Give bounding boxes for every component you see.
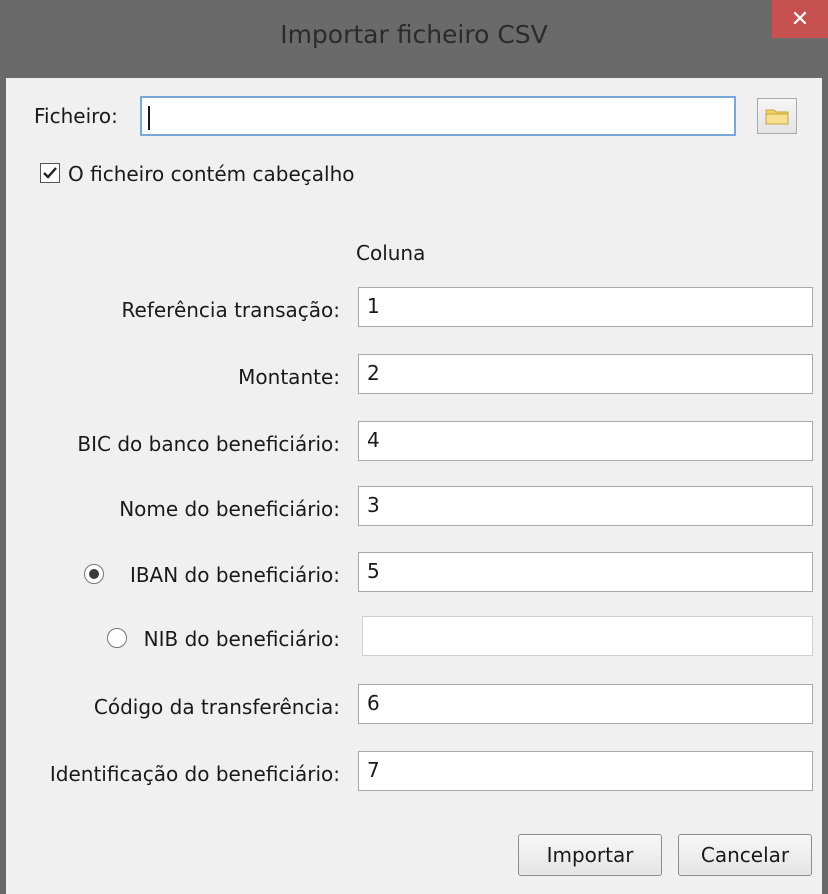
dialog-title: Importar ficheiro CSV [280, 20, 548, 49]
referencia-label: Referência transação: [121, 298, 340, 322]
nib-label: NIB do beneficiário: [143, 627, 340, 651]
referencia-input[interactable]: 1 [358, 287, 813, 327]
title-bar: Importar ficheiro CSV ✕ [6, 0, 828, 78]
file-path-input[interactable] [140, 96, 736, 136]
checkmark-icon [43, 167, 57, 179]
column-header: Coluna [356, 241, 426, 265]
text-caret [148, 105, 150, 130]
import-csv-dialog: Importar ficheiro CSV ✕ Ficheiro: O fich… [0, 0, 828, 894]
folder-icon [765, 109, 789, 125]
close-icon: ✕ [790, 6, 810, 32]
bic-input[interactable]: 4 [358, 421, 813, 461]
identificacao-label: Identificação do beneficiário: [49, 762, 340, 786]
montante-input[interactable]: 2 [358, 354, 813, 394]
header-checkbox-label: O ficheiro contém cabeçalho [68, 162, 355, 186]
header-checkbox[interactable] [40, 163, 60, 183]
iban-label: IBAN do beneficiário: [129, 563, 340, 587]
browse-button[interactable] [757, 98, 797, 134]
radio-selected-dot [89, 569, 99, 579]
montante-label: Montante: [238, 365, 340, 389]
iban-radio[interactable] [84, 564, 104, 584]
cancel-button[interactable]: Cancelar [678, 834, 812, 876]
iban-input[interactable]: 5 [358, 552, 813, 592]
close-button[interactable]: ✕ [772, 0, 828, 38]
nome-input[interactable]: 3 [358, 486, 813, 526]
nib-input[interactable] [362, 616, 813, 656]
identificacao-input[interactable]: 7 [358, 751, 813, 791]
bic-label: BIC do banco beneficiário: [77, 432, 340, 456]
import-button[interactable]: Importar [518, 834, 662, 876]
codigo-input[interactable]: 6 [358, 684, 813, 724]
codigo-label: Código da transferência: [93, 695, 340, 719]
nome-label: Nome do beneficiário: [119, 497, 340, 521]
nib-radio[interactable] [107, 628, 127, 648]
file-label: Ficheiro: [34, 104, 118, 128]
